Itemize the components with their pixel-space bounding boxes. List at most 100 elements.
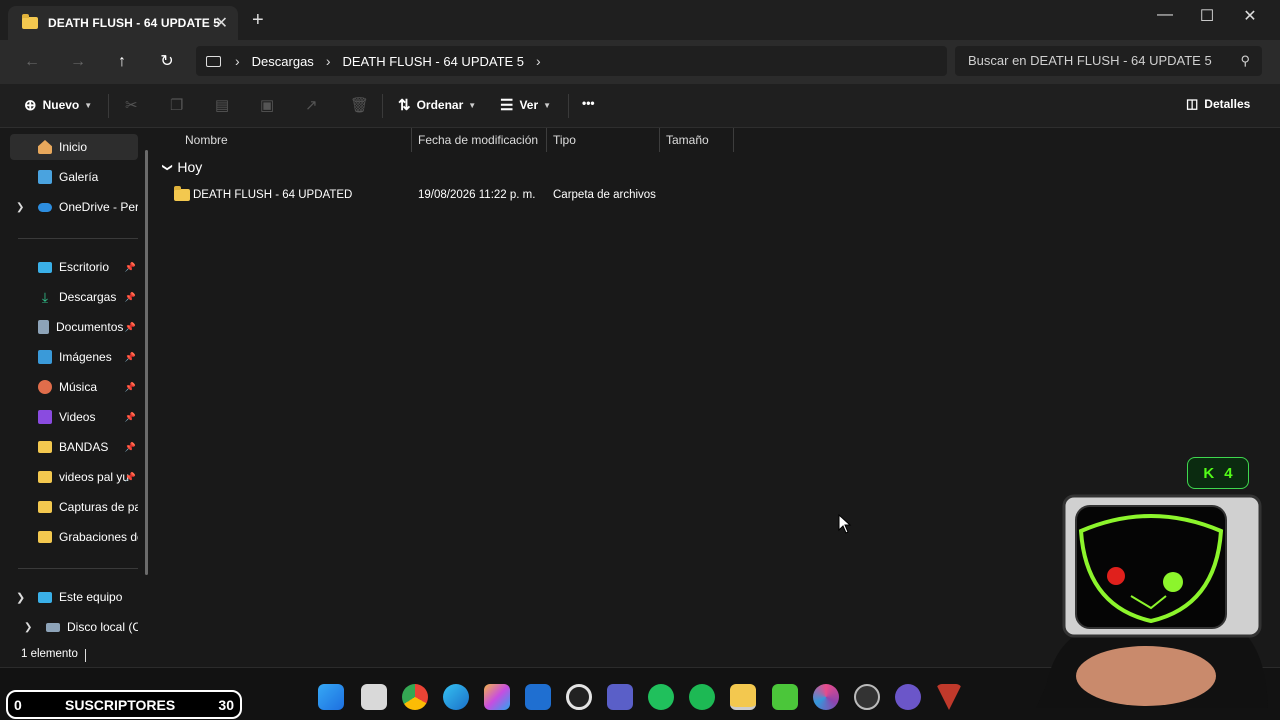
sidebar-item-videos-pal-yu[interactable]: videos pal yu 📌 (10, 464, 138, 490)
column-header-modified[interactable]: Fecha de modificación (412, 128, 538, 152)
chevron-right-icon[interactable]: ❯ (24, 622, 32, 633)
music-icon (38, 380, 52, 394)
address-bar[interactable]: › Descargas › DEATH FLUSH - 64 UPDATE 5 … (196, 46, 947, 76)
cut-icon[interactable]: ✂ (125, 96, 138, 114)
sidebar-item-imagenes[interactable]: Imágenes 📌 (10, 344, 138, 370)
sidebar-item-este-equipo[interactable]: ❯ Este equipo (10, 584, 138, 610)
maximize-icon[interactable]: ☐ (1192, 6, 1222, 26)
pin-icon[interactable]: 📌 (125, 322, 136, 333)
share-icon[interactable]: ↗ (305, 96, 318, 114)
close-tab-icon[interactable]: ✕ (215, 13, 228, 33)
pin-icon[interactable]: 📌 (125, 262, 136, 273)
start-icon[interactable] (318, 684, 344, 710)
column-header-size[interactable]: Tamaño (660, 128, 709, 152)
new-tab-button[interactable]: + (252, 9, 264, 32)
new-label: Nuevo (42, 98, 80, 112)
forward-arrow-icon[interactable]: → (66, 50, 90, 74)
file-explorer-icon[interactable] (730, 684, 756, 710)
search-input[interactable]: Buscar en DEATH FLUSH - 64 UPDATE 5 ⚲ (955, 46, 1262, 76)
pin-icon[interactable]: 📌 (125, 352, 136, 363)
obs-icon[interactable] (566, 684, 592, 710)
app-lime-icon[interactable] (772, 684, 798, 710)
column-divider[interactable] (733, 128, 734, 152)
sidebar-item-bandas[interactable]: BANDAS 📌 (10, 434, 138, 460)
copy-icon[interactable]: ❐ (170, 96, 183, 114)
copilot-icon[interactable] (484, 684, 510, 710)
rename-icon[interactable]: ▣ (260, 96, 274, 114)
refresh-icon[interactable]: ↻ (155, 50, 179, 74)
sidebar-item-descargas[interactable]: ⤓ Descargas 📌 (10, 284, 138, 310)
sidebar-item-grabaciones[interactable]: Grabaciones de (10, 524, 138, 550)
chevron-down-icon: ▼ (543, 100, 552, 110)
sidebar-item-escritorio[interactable]: Escritorio 📌 (10, 254, 138, 280)
chrome-icon[interactable] (402, 684, 428, 710)
chevron-down-icon: ▼ (84, 100, 93, 110)
close-window-icon[interactable]: ✕ (1235, 6, 1265, 26)
sidebar-item-musica[interactable]: Música 📌 (10, 374, 138, 400)
delete-icon[interactable]: 🗑 (350, 96, 369, 114)
file-row[interactable]: DEATH FLUSH - 64 UPDATED 19/08/2026 11:2… (166, 184, 736, 206)
up-arrow-icon[interactable]: ↑ (110, 50, 134, 74)
navigation-bar: ← → ↑ ↻ › Descargas › DEATH FLUSH - 64 U… (0, 40, 1280, 84)
paste-icon[interactable]: ▤ (215, 96, 229, 114)
sidebar-item-label: BANDAS (59, 440, 109, 454)
mail-icon[interactable] (525, 684, 551, 710)
home-icon (38, 140, 52, 154)
videos-icon (38, 410, 52, 424)
sidebar-item-inicio[interactable]: Inicio (10, 134, 138, 160)
chevron-right-icon[interactable]: ❯ (16, 202, 24, 213)
sort-button[interactable]: ⇅ Ordenar ▼ (398, 96, 476, 114)
app-chat-icon[interactable] (895, 684, 921, 710)
sidebar-item-galeria[interactable]: Galería (10, 164, 138, 190)
sidebar-item-videos[interactable]: Videos 📌 (10, 404, 138, 430)
sidebar-item-label: Capturas de par (59, 500, 138, 514)
app-green-icon[interactable] (648, 684, 674, 710)
pc-icon (38, 591, 52, 603)
sidebar-item-onedrive[interactable]: ❯ OneDrive - Pers (10, 194, 138, 220)
app-pinwheel-icon[interactable] (813, 684, 839, 710)
subscriber-counter: 0 SUSCRIPTORES 30 (6, 690, 242, 719)
app-settings-icon[interactable] (854, 684, 880, 710)
back-arrow-icon[interactable]: ← (20, 50, 44, 74)
sidebar-item-label: OneDrive - Pers (59, 200, 138, 214)
sidebar-item-disco-local[interactable]: ❯ Disco local (C: (10, 614, 138, 640)
sort-label: Ordenar (416, 98, 464, 112)
sidebar-item-label: Galería (59, 170, 99, 184)
folder-icon (38, 501, 52, 513)
divider (108, 94, 109, 118)
pin-icon[interactable]: 📌 (125, 472, 136, 483)
chevron-down-icon[interactable]: ❯ (16, 591, 25, 604)
sidebar-item-capturas[interactable]: Capturas de par (10, 494, 138, 520)
kick-badge: K 4 (1187, 457, 1249, 489)
sidebar-item-label: Grabaciones de (59, 530, 138, 544)
chevron-right-icon[interactable]: › (235, 53, 240, 69)
new-button[interactable]: ⊕ Nuevo ▼ (24, 96, 92, 114)
breadcrumb-descargas[interactable]: Descargas (252, 54, 314, 69)
pin-icon[interactable]: 📌 (125, 442, 136, 453)
details-pane-button[interactable]: ◫ Detalles (1186, 96, 1250, 112)
chevron-right-icon[interactable]: › (536, 53, 541, 69)
sidebar-scrollbar[interactable] (145, 150, 148, 575)
sidebar-item-documentos[interactable]: Documentos 📌 (10, 314, 138, 340)
breadcrumb-current[interactable]: DEATH FLUSH - 64 UPDATE 5 (342, 54, 524, 69)
sidebar-divider (18, 238, 138, 239)
sidebar-item-label: Disco local (C: (67, 620, 138, 634)
column-header-type[interactable]: Tipo (547, 128, 576, 152)
column-header-name[interactable]: Nombre (179, 128, 228, 152)
task-view-icon[interactable] (361, 684, 387, 710)
minimize-icon[interactable]: — (1150, 6, 1180, 24)
sidebar-item-label: videos pal yu (59, 470, 130, 484)
tab-current-folder[interactable]: DEATH FLUSH - 64 UPDATE 5 ✕ (8, 6, 238, 40)
teams-icon[interactable] (607, 684, 633, 710)
sort-icon: ⇅ (398, 97, 411, 114)
more-options-button[interactable]: ••• (582, 96, 595, 110)
view-button[interactable]: ☰ Ver ▼ (500, 96, 551, 114)
pin-icon[interactable]: 📌 (125, 292, 136, 303)
pin-icon[interactable]: 📌 (125, 382, 136, 393)
chevron-right-icon[interactable]: › (326, 53, 331, 69)
edge-icon[interactable] (443, 684, 469, 710)
spotify-icon[interactable] (689, 684, 715, 710)
pin-icon[interactable]: 📌 (125, 412, 136, 423)
group-header-today[interactable]: ❯ Hoy (162, 159, 203, 175)
view-icon: ☰ (500, 97, 514, 114)
